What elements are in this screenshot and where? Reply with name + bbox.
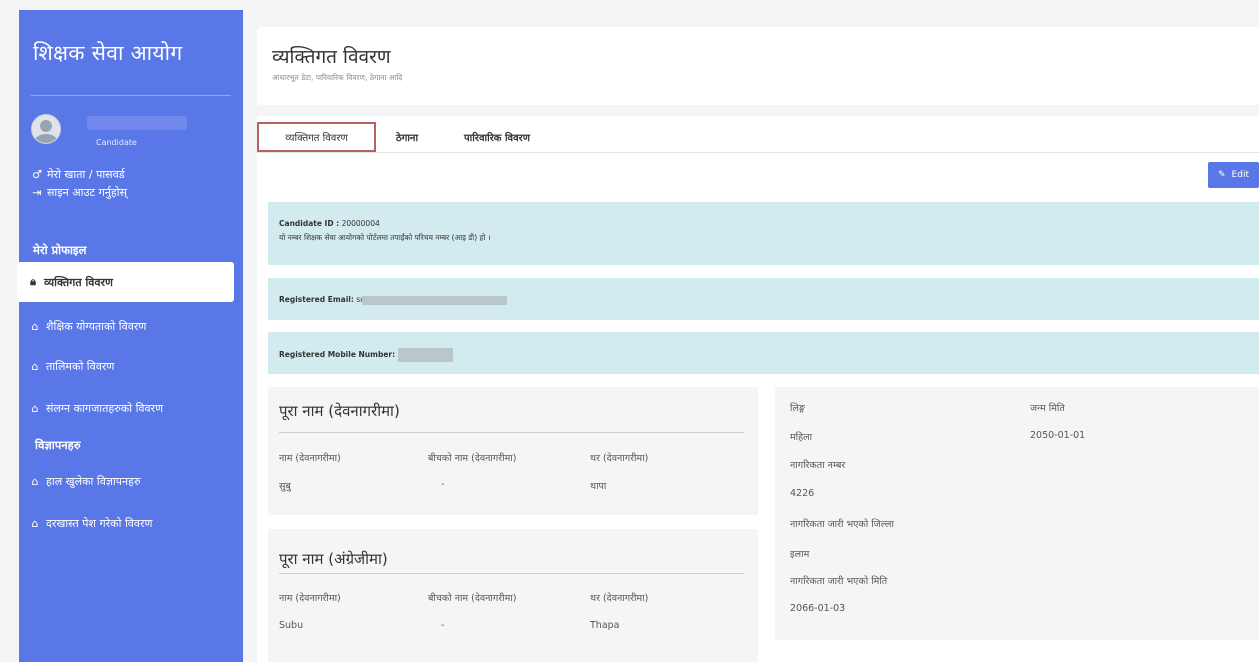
lock-icon: ⌂ (31, 516, 39, 530)
details-panel: लिङ्ग जन्म मिति महिला 2050-01-01 नागरिकत… (775, 387, 1259, 640)
candidate-id-value: 20000004 (341, 219, 380, 228)
gender-label: लिङ्ग (790, 403, 805, 414)
candidate-id-label: Candidate ID : (279, 219, 340, 228)
dob-value: 2050-01-01 (1030, 430, 1086, 441)
user-icon: ♂ (32, 168, 42, 181)
edit-button[interactable]: ✎ Edit (1208, 162, 1259, 188)
middle-name-en-label: बीचको नाम (देवनागरीमा) (428, 593, 517, 604)
content-card: व्यक्तिगत विवरण ठेगाना पारिवारिक विवरण ✎… (257, 116, 1259, 662)
lock-icon: ⌂ (31, 474, 39, 488)
signout-link-label: साइन आउट गर्नुहोस् (47, 186, 128, 199)
sidebar-item-label: व्यक्तिगत विवरण (44, 275, 113, 289)
dob-label: जन्म मिति (1030, 403, 1065, 414)
edit-button-label: Edit (1231, 170, 1249, 180)
name-np-panel: पूरा नाम (देवनागरीमा) नाम (देवनागरीमा) ब… (268, 387, 758, 515)
district-label: नागरिकता जारी भएको जिल्ला (790, 519, 894, 530)
brand-title: शिक्षक सेवा आयोग (33, 40, 183, 65)
sidebar-item-personal[interactable]: 🔒︎ व्यक्तिगत विवरण (17, 262, 234, 302)
sidebar-item-open-ads[interactable]: ⌂ हाल खुलेका विज्ञापनहरु (19, 461, 233, 501)
email-label: Registered Email: (279, 295, 354, 304)
ads-section-title: विज्ञापनहरु (35, 438, 81, 452)
sidebar-item-training[interactable]: ⌂ तालिमको विवरण (19, 346, 233, 386)
middle-name-en-value: - (441, 620, 445, 631)
district-value: इलाम (790, 549, 810, 560)
last-name-label: थर (देवनागरीमा) (590, 453, 649, 464)
signout-link[interactable]: ⇥ साइन आउट गर्नुहोस् (31, 184, 127, 202)
tab-bar: व्यक्तिगत विवरण ठेगाना पारिवारिक विवरण (257, 116, 1259, 153)
page-title: व्यक्तिगत विवरण (272, 46, 391, 68)
first-name-en-value: Subu (279, 620, 304, 631)
sidebar-item-label: हाल खुलेका विज्ञापनहरु (46, 474, 141, 488)
avatar (31, 114, 61, 144)
page-subtitle: आधारभूत डेटा, पारिवारिक विवरण, ठेगाना आद… (272, 73, 403, 82)
middle-name-value: - (441, 479, 445, 490)
candidate-id-note: यो नम्बर शिक्षक सेवा आयोगको पोर्टलमा तपा… (279, 233, 491, 242)
last-name-en-value: Thapa (590, 620, 620, 631)
issue-date-value: 2066-01-03 (790, 603, 846, 614)
tab-family[interactable]: पारिवारिक विवरण (447, 122, 547, 152)
pencil-icon: ✎ (1218, 170, 1226, 180)
user-role: Candidate (96, 138, 137, 147)
sidebar-item-documents[interactable]: ⌂ संलग्न कागजातहरुको विवरण (19, 388, 233, 428)
issue-date-label: नागरिकता जारी भएको मिति (790, 576, 888, 587)
name-en-title: पूरा नाम (अंग्रेजीमा) (279, 550, 388, 568)
mobile-label: Registered Mobile Number: (279, 350, 396, 359)
lock-icon: 🔒︎ (30, 275, 36, 288)
tab-personal[interactable]: व्यक्तिगत विवरण (257, 122, 376, 152)
tab-address[interactable]: ठेगाना (385, 122, 429, 152)
citizenship-no-value: 4226 (790, 488, 815, 499)
lock-icon: ⌂ (31, 359, 39, 373)
sidebar-item-label: दरखास्त पेश गरेको विवरण (46, 516, 153, 530)
user-panel: Candidate (31, 114, 187, 147)
divider (279, 573, 744, 574)
lock-icon: ⌂ (31, 319, 39, 333)
mobile-redacted (397, 348, 453, 362)
sidebar-item-label: शैक्षिक योग्यताको विवरण (46, 319, 147, 333)
account-links: ♂ मेरो खाता / पासवर्ड ⇥ साइन आउट गर्नुहो… (31, 166, 127, 202)
first-name-value: सुबु (279, 481, 291, 492)
sidebar-item-applications[interactable]: ⌂ दरखास्त पेश गरेको विवरण (19, 503, 233, 543)
citizenship-no-label: नागरिकता नम्बर (790, 460, 846, 471)
lock-icon: ⌂ (31, 401, 39, 415)
profile-section-title: मेरो प्रोफाइल (33, 243, 87, 257)
gender-value: महिला (790, 432, 813, 443)
name-en-panel: पूरा नाम (अंग्रेजीमा) नाम (देवनागरीमा) ब… (268, 529, 758, 662)
signout-icon: ⇥ (32, 186, 42, 199)
user-name-redacted (87, 116, 187, 130)
email-redacted (362, 295, 508, 305)
last-name-value: थापा (590, 481, 607, 492)
first-name-label: नाम (देवनागरीमा) (279, 453, 341, 464)
sidebar: शिक्षक सेवा आयोग Candidate ♂ मेरो खाता /… (17, 10, 243, 662)
brand: शिक्षक सेवा आयोग (31, 10, 231, 96)
divider (279, 432, 744, 433)
main-content: व्यक्तिगत विवरण आधारभूत डेटा, पारिवारिक … (243, 10, 1259, 662)
middle-name-label: बीचको नाम (देवनागरीमा) (428, 453, 517, 464)
candidate-id-bar: Candidate ID : 20000004 यो नम्बर शिक्षक … (268, 202, 1259, 265)
email-bar: Registered Email: sı (268, 278, 1259, 320)
last-name-en-label: थर (देवनागरीमा) (590, 593, 649, 604)
first-name-en-label: नाम (देवनागरीमा) (279, 593, 341, 604)
sidebar-item-education[interactable]: ⌂ शैक्षिक योग्यताको विवरण (19, 306, 233, 346)
mobile-bar: Registered Mobile Number: (268, 332, 1259, 374)
sidebar-item-label: संलग्न कागजातहरुको विवरण (46, 401, 164, 415)
name-np-title: पूरा नाम (देवनागरीमा) (279, 402, 400, 420)
sidebar-item-label: तालिमको विवरण (46, 359, 115, 373)
account-link-label: मेरो खाता / पासवर्ड (47, 168, 125, 181)
account-link[interactable]: ♂ मेरो खाता / पासवर्ड (31, 166, 127, 184)
page-header: व्यक्तिगत विवरण आधारभूत डेटा, पारिवारिक … (257, 27, 1259, 105)
